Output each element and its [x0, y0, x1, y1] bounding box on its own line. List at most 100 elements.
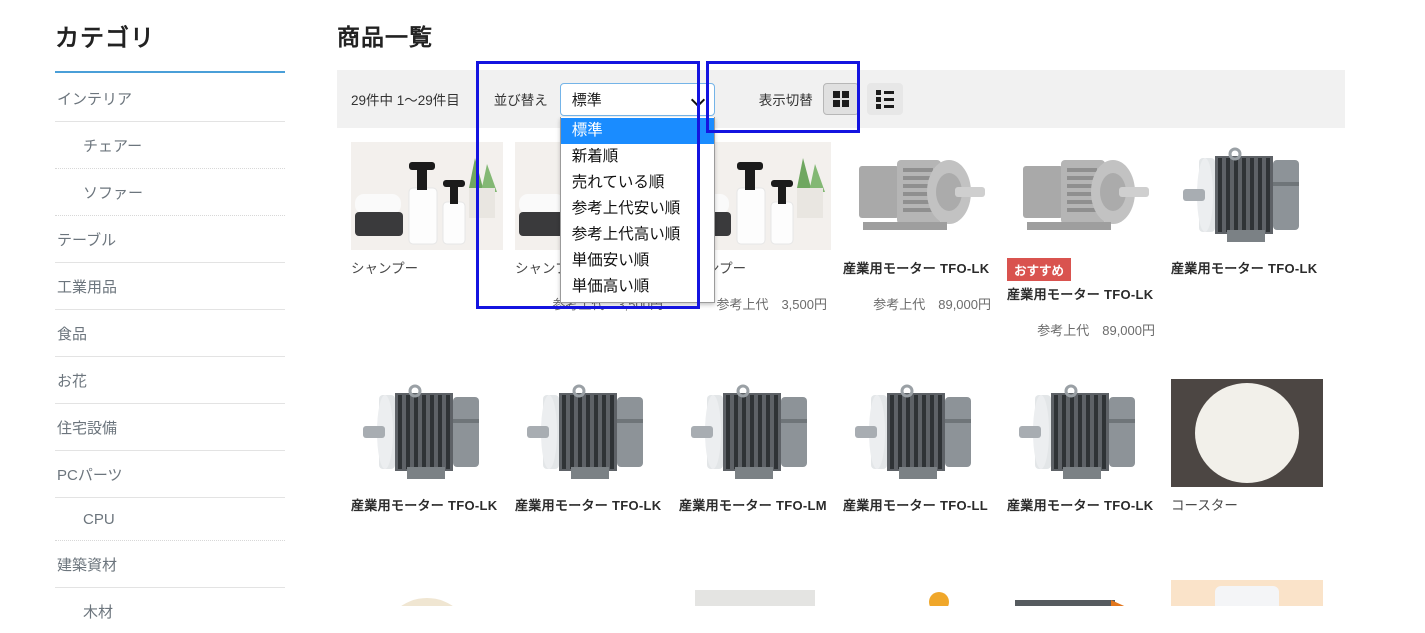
sidebar-accent-rule [55, 71, 285, 73]
product-list-page: カテゴリ インテリアチェアーソファーテーブル工業用品食品お花住宅設備 PCパーツ C… [0, 0, 1425, 633]
sidebar-item-label: 木材 [83, 604, 114, 621]
product-thumbnail[interactable] [679, 378, 831, 487]
sidebar-item-label: 食品 [57, 326, 88, 343]
sidebar-item-label: 建築資材 [57, 557, 118, 574]
sidebar-item-label: CPU [83, 511, 115, 528]
sidebar-item-label: PCパーツ [57, 467, 123, 484]
product-card[interactable]: - [351, 579, 515, 606]
product-thumbnail[interactable] [515, 378, 667, 487]
product-price: 参考上代 89,000円 [1037, 322, 1155, 338]
product-thumbnail[interactable] [843, 142, 995, 250]
product-name[interactable]: コースター [1171, 497, 1327, 515]
product-card[interactable]: 産業用モーター TFO-LK- [1007, 378, 1171, 546]
sidebar-item-6[interactable]: お花 [55, 357, 285, 404]
grid-view-button[interactable] [822, 83, 859, 115]
list-view-button[interactable] [866, 83, 903, 115]
sidebar-item-label: 住宅設備 [57, 420, 118, 437]
sidebar-item-label: インテリア [57, 91, 133, 108]
product-thumbnail[interactable] [1007, 142, 1159, 250]
product-thumbnail[interactable] [1171, 142, 1323, 250]
product-grid-row-3: -- - - - - [337, 566, 1425, 606]
product-card[interactable]: 産業用モーター TFO-LK- [351, 378, 515, 546]
product-card[interactable]: シャンプー- [351, 142, 515, 339]
main-content: 商品一覧 29件中 1〜29件目 並び替え 標準 標準 新着順 売れている順 参考上代… [315, 0, 1425, 633]
product-card[interactable]: コースター- [1171, 378, 1335, 546]
product-card[interactable]: - [843, 579, 1007, 606]
sidebar-item-0[interactable]: インテリア [55, 75, 285, 122]
sidebar-item-10[interactable]: 建築資材 [55, 541, 285, 588]
product-thumbnail[interactable] [351, 142, 503, 250]
product-thumbnail[interactable] [515, 579, 667, 606]
product-name[interactable]: シャンプー [351, 260, 507, 278]
product-thumbnail[interactable] [679, 579, 831, 606]
sidebar-item-label: チェアー [83, 138, 143, 155]
sidebar-item-5[interactable]: 食品 [55, 310, 285, 357]
product-name[interactable]: 産業用モーター TFO-LK [1007, 497, 1163, 515]
product-card[interactable]: - [679, 579, 843, 606]
sort-option-4[interactable]: 参考上代高い順 [561, 222, 714, 248]
chevron-down-icon [692, 93, 705, 106]
product-card[interactable]: 産業用モーター TFO-LL- [843, 378, 1007, 546]
sidebar-item-4[interactable]: 工業用品 [55, 263, 285, 310]
sidebar-item-label: テーブル [57, 232, 117, 249]
sort-options-dropdown[interactable]: 標準 新着順 売れている順 参考上代安い順 参考上代高い順 単価安い順 単価高い順 [559, 116, 715, 303]
product-grid-row-2: 産業用モーター TFO-LK- 産業用モーター TFO-LK- [337, 365, 1425, 546]
sort-select[interactable]: 標準 [559, 82, 715, 116]
sidebar-item-11[interactable]: 木材 [55, 588, 285, 633]
sidebar-item-label: お花 [57, 373, 88, 390]
product-thumbnail[interactable] [1171, 579, 1323, 606]
product-name[interactable]: 産業用モーター TFO-LK [1007, 286, 1163, 304]
list-view-icon [875, 89, 894, 109]
product-card[interactable]: 産業用モーター TFO-LK- [515, 378, 679, 546]
sort-option-2[interactable]: 売れている順 [561, 170, 714, 196]
product-card[interactable]: 産業用モーター TFO-LM- [679, 378, 843, 546]
product-card[interactable]: - [1007, 579, 1171, 606]
sidebar-item-7[interactable]: 住宅設備 [55, 404, 285, 451]
product-thumbnail[interactable] [843, 579, 995, 606]
product-name[interactable]: 産業用モーター TFO-LK [1171, 260, 1327, 278]
sidebar-item-8[interactable]: PCパーツ [55, 451, 285, 498]
product-card[interactable]: 産業用モーター TFO-LK 参考上代 89,000円 [843, 142, 1007, 339]
product-grid-row-1: シャンプー- シャンプー参考上代 3,500円 [337, 128, 1425, 339]
sort-select-value: 標準 [571, 91, 602, 109]
sidebar-item-label: 工業用品 [57, 279, 118, 296]
sort-select-wrapper: 標準 標準 新着順 売れている順 参考上代安い順 参考上代高い順 単価安い順 単価高い順 [559, 82, 715, 303]
sidebar-item-label: ソファー [83, 185, 144, 202]
product-thumbnail[interactable] [1171, 378, 1323, 487]
sidebar-title: カテゴリ [55, 25, 155, 52]
grid-view-icon [832, 91, 849, 107]
product-card[interactable]: - [515, 579, 679, 606]
sort-option-6[interactable]: 単価高い順 [561, 274, 714, 300]
sidebar-item-2[interactable]: ソファー [55, 169, 285, 216]
sort-option-5[interactable]: 単価安い順 [561, 248, 714, 274]
product-thumbnail[interactable] [843, 378, 995, 487]
product-thumbnail[interactable] [1007, 579, 1159, 606]
product-thumbnail[interactable] [351, 579, 503, 606]
view-toggle-label: 表示切替 [758, 93, 813, 108]
list-toolbar: 29件中 1〜29件目 並び替え 標準 標準 新着順 売れている順 参考上代安い順 参考… [337, 70, 1345, 303]
sidebar-item-9[interactable]: CPU [55, 498, 285, 541]
sidebar-item-1[interactable]: チェアー [55, 122, 285, 169]
product-card[interactable]: 産業用モーター TFO-LK- [1171, 142, 1335, 339]
product-card[interactable]: - [1171, 579, 1335, 606]
category-list: インテリアチェアーソファーテーブル工業用品食品お花住宅設備 PCパーツ CPU 建築資… [55, 75, 285, 633]
sort-option-0[interactable]: 標準 [560, 117, 714, 144]
product-thumbnail[interactable] [351, 378, 503, 487]
product-name[interactable]: 産業用モーター TFO-LK [843, 260, 999, 278]
result-count: 29件中 1〜29件目 [351, 93, 460, 108]
product-name[interactable]: 産業用モーター TFO-LK [515, 497, 671, 515]
product-name[interactable]: 産業用モーター TFO-LM [679, 497, 835, 515]
product-card[interactable]: おすすめ産業用モーター TFO-LK 参考上代 89,000円 [1007, 142, 1171, 339]
recommended-badge: おすすめ [1007, 258, 1072, 281]
product-thumbnail[interactable] [1007, 378, 1159, 487]
product-price: 参考上代 89,000円 [873, 296, 991, 312]
sidebar-item-3[interactable]: テーブル [55, 216, 285, 263]
product-name[interactable]: 産業用モーター TFO-LL [843, 497, 999, 515]
sort-option-3[interactable]: 参考上代安い順 [561, 196, 714, 222]
view-toggle-group: 表示切替 [759, 83, 911, 115]
sort-option-1[interactable]: 新着順 [561, 144, 714, 170]
product-name[interactable]: 産業用モーター TFO-LK [351, 497, 507, 515]
category-sidebar: カテゴリ インテリアチェアーソファーテーブル工業用品食品お花住宅設備 PCパーツ C… [0, 0, 315, 633]
sort-label: 並び替え [493, 93, 548, 108]
page-title: 商品一覧 [337, 24, 433, 50]
